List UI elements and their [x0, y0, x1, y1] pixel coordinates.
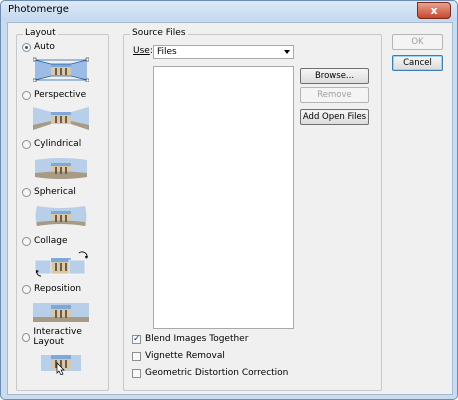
add-open-files-button[interactable]: Add Open Files	[300, 109, 369, 125]
ok-button[interactable]: OK	[392, 34, 443, 50]
spherical-layout-icon	[35, 206, 87, 226]
cylindrical-layout-icon	[35, 158, 87, 179]
source-file-list[interactable]	[153, 66, 294, 329]
geometric-distortion-option[interactable]: Geometric Distortion Correction	[132, 367, 288, 379]
perspective-layout-icon	[33, 107, 89, 130]
browse-button[interactable]: Browse...	[300, 68, 369, 84]
window-title: Photomerge	[8, 4, 69, 15]
vignette-removal-option[interactable]: Vignette Removal	[132, 350, 225, 362]
chevron-down-icon	[284, 50, 290, 54]
use-dropdown-value: Files	[157, 47, 177, 57]
radio-collage[interactable]: Collage	[22, 235, 68, 247]
blend-images-checkbox[interactable]: ✓	[132, 333, 141, 344]
radio-button[interactable]	[22, 187, 31, 197]
auto-layout-icon	[33, 57, 89, 82]
blend-images-label: Blend Images Together	[145, 334, 249, 344]
close-icon: x	[430, 4, 438, 17]
radio-cylindrical[interactable]: Cylindrical	[22, 138, 81, 150]
layout-legend: Layout	[23, 28, 58, 38]
radio-button[interactable]	[22, 332, 31, 342]
collage-layout-icon	[34, 251, 88, 277]
source-files-legend: Source Files	[130, 28, 188, 38]
photomerge-dialog: Photomerge x Layout Auto Perspective Cyl…	[0, 0, 458, 400]
radio-label: Auto	[34, 42, 55, 52]
geometric-distortion-checkbox[interactable]	[132, 368, 141, 378]
radio-button[interactable]	[22, 42, 31, 52]
radio-spherical[interactable]: Spherical	[22, 186, 76, 198]
radio-label: Cylindrical	[34, 139, 82, 149]
interactive-layout-icon	[41, 355, 81, 375]
close-button[interactable]: x	[417, 2, 451, 19]
use-label: Use:	[133, 46, 153, 56]
radio-label: Collage	[34, 236, 68, 246]
dialog-body: Layout Auto Perspective Cylindrical Sphe…	[7, 22, 453, 395]
radio-button[interactable]	[22, 90, 31, 100]
use-dropdown[interactable]: Files	[153, 45, 294, 59]
radio-label: Perspective	[34, 90, 87, 100]
radio-label: Reposition	[34, 284, 82, 294]
radio-interactive-layout[interactable]: Interactive Layout	[22, 327, 108, 347]
radio-reposition[interactable]: Reposition	[22, 283, 81, 295]
radio-perspective[interactable]: Perspective	[22, 89, 86, 101]
radio-button[interactable]	[22, 284, 31, 294]
radio-auto[interactable]: Auto	[22, 41, 55, 53]
radio-button[interactable]	[22, 236, 31, 246]
layout-group: Layout Auto Perspective Cylindrical Sphe…	[16, 28, 109, 391]
vignette-removal-label: Vignette Removal	[145, 351, 225, 361]
radio-label: Spherical	[34, 187, 76, 197]
blend-images-option[interactable]: ✓ Blend Images Together	[132, 333, 248, 345]
cancel-button[interactable]: Cancel	[392, 55, 443, 71]
reposition-layout-icon	[33, 303, 89, 322]
remove-button[interactable]: Remove	[300, 87, 369, 103]
geometric-distortion-label: Geometric Distortion Correction	[145, 368, 289, 378]
radio-button[interactable]	[22, 139, 31, 149]
title-bar[interactable]: Photomerge x	[1, 1, 457, 21]
radio-label: Interactive Layout	[33, 327, 82, 347]
vignette-removal-checkbox[interactable]	[132, 351, 141, 361]
checkmark-icon: ✓	[133, 333, 141, 344]
